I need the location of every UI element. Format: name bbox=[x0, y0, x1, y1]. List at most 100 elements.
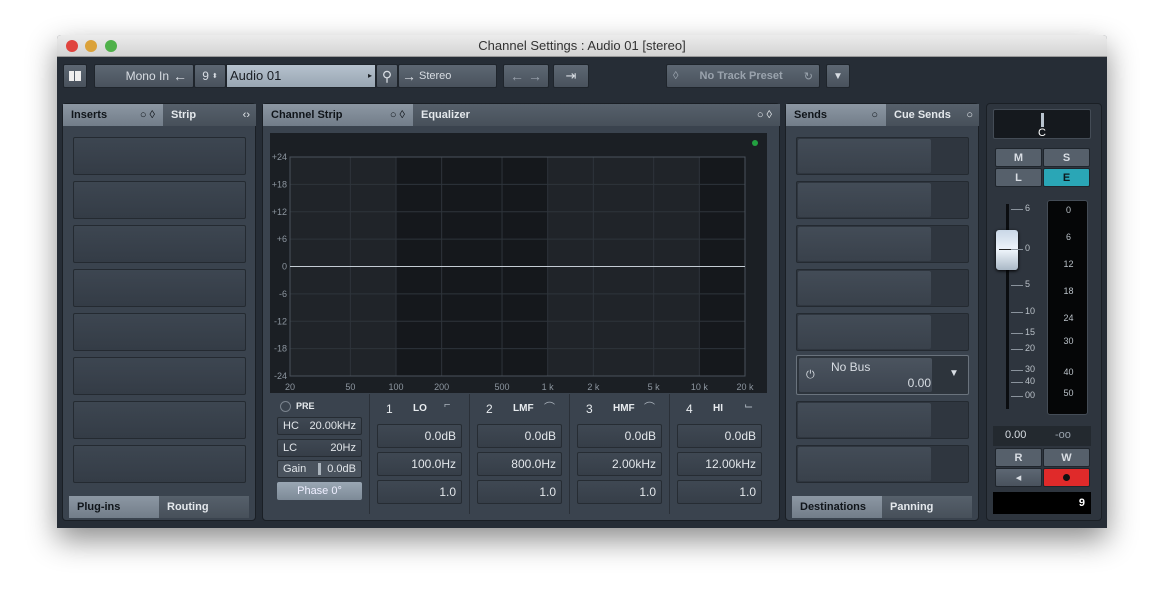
band-frequency-field[interactable]: 12.00kHz bbox=[677, 452, 762, 476]
eq-graph[interactable]: 20 50 100 200 500 1 k 2 k 5 k 10 k 20 k +24 +18 +12 +… bbox=[270, 133, 767, 393]
tab-strip[interactable]: Strip ‹› bbox=[163, 104, 256, 126]
insert-slot[interactable] bbox=[73, 357, 246, 395]
pan-value: C bbox=[1038, 127, 1046, 139]
volume-fader-handle[interactable] bbox=[996, 230, 1018, 270]
low-shelf-icon[interactable]: ⌐ bbox=[444, 399, 450, 411]
tab-destinations[interactable]: Destinations bbox=[792, 496, 882, 518]
tab-channel-strip[interactable]: Channel Strip ○ ◊ bbox=[263, 104, 413, 126]
send-slot[interactable] bbox=[796, 401, 969, 439]
fader-tick bbox=[1011, 249, 1023, 250]
close-button[interactable] bbox=[66, 40, 78, 52]
arrow-right-icon[interactable]: → bbox=[528, 68, 542, 84]
band-gain-field[interactable]: 0.0dB bbox=[477, 424, 562, 448]
band-q-field[interactable]: 1.0 bbox=[377, 480, 462, 504]
gain-value: 0.0dB bbox=[327, 463, 356, 475]
send-slot[interactable] bbox=[796, 137, 969, 175]
fader-tick bbox=[1011, 285, 1023, 286]
eq-y-label: +12 bbox=[272, 207, 287, 217]
send-slot-active[interactable]: ⏻ No Bus 0.00 ▼ bbox=[796, 355, 969, 395]
prev-next-channel[interactable]: ← → bbox=[503, 64, 549, 88]
fader-scale-label: 6 bbox=[1025, 203, 1031, 213]
read-automation-button[interactable]: R bbox=[995, 448, 1042, 467]
insert-slot[interactable] bbox=[73, 445, 246, 483]
channel-name-field[interactable]: Audio 01 ▸ bbox=[226, 64, 376, 88]
band-gain-field[interactable]: 0.0dB bbox=[677, 424, 762, 448]
tab-label: Plug-ins bbox=[77, 501, 121, 513]
band-q-field[interactable]: 1.0 bbox=[677, 480, 762, 504]
l-button[interactable]: L bbox=[995, 168, 1042, 187]
tab-routing[interactable]: Routing bbox=[159, 496, 249, 518]
zoom-button[interactable] bbox=[105, 40, 117, 52]
send-level[interactable]: 0.00 bbox=[897, 376, 931, 390]
arrow-left-icon[interactable]: ← bbox=[510, 68, 524, 84]
tab-panning[interactable]: Panning bbox=[882, 496, 972, 518]
eq-x-label: 10 k bbox=[691, 382, 709, 392]
band-frequency-field[interactable]: 100.0Hz bbox=[377, 452, 462, 476]
send-slot[interactable] bbox=[796, 445, 969, 483]
bypass-icon[interactable]: ○ ◊ bbox=[757, 104, 772, 126]
eq-x-label: 1 k bbox=[542, 382, 555, 392]
search-button[interactable]: ⚲ bbox=[376, 64, 398, 88]
m-button[interactable]: M bbox=[995, 148, 1042, 167]
tab-plug-ins[interactable]: Plug-ins bbox=[69, 496, 159, 518]
band-q-field[interactable]: 1.0 bbox=[577, 480, 662, 504]
fader-tick bbox=[1011, 312, 1023, 313]
insert-slot[interactable] bbox=[73, 137, 246, 175]
pan-control[interactable]: C bbox=[993, 109, 1091, 139]
band-gain-field[interactable]: 0.0dB bbox=[377, 424, 462, 448]
write-automation-button[interactable]: W bbox=[1043, 448, 1090, 467]
band-gain-field[interactable]: 0.0dB bbox=[577, 424, 662, 448]
power-icon[interactable]: ○ bbox=[966, 104, 973, 126]
preset-menu-button[interactable]: ▼ bbox=[826, 64, 850, 88]
power-icon[interactable]: ○ ◊ bbox=[390, 104, 405, 126]
tab-equalizer[interactable]: Equalizer ○ ◊ bbox=[413, 104, 780, 126]
layout-button[interactable] bbox=[63, 64, 87, 88]
peak-icon[interactable]: ⌒ bbox=[644, 399, 655, 415]
send-slot[interactable] bbox=[796, 181, 969, 219]
power-icon[interactable]: ○ ◊ bbox=[140, 104, 155, 126]
fader-scale-label: 30 bbox=[1025, 364, 1036, 374]
power-icon[interactable]: ○ bbox=[871, 104, 878, 126]
tab-cue-sends[interactable]: Cue Sends ○ bbox=[886, 104, 979, 126]
tab-sends[interactable]: Sends ○ bbox=[786, 104, 886, 126]
gain-handle[interactable] bbox=[318, 463, 321, 475]
band-frequency-field[interactable]: 2.00kHz bbox=[577, 452, 662, 476]
record-enable-button[interactable] bbox=[1043, 468, 1090, 487]
insert-slot[interactable] bbox=[73, 181, 246, 219]
e-button[interactable]: E bbox=[1043, 168, 1090, 187]
output-routing-button[interactable]: → Stereo bbox=[398, 64, 497, 88]
send-slot[interactable] bbox=[796, 269, 969, 307]
tab-inserts[interactable]: Inserts ○ ◊ bbox=[63, 104, 163, 126]
chevron-down-icon[interactable]: ▼ bbox=[949, 368, 959, 379]
power-icon[interactable]: ⏻ bbox=[806, 369, 815, 382]
insert-slot[interactable] bbox=[73, 401, 246, 439]
insert-slot[interactable] bbox=[73, 313, 246, 351]
pre-toggle[interactable] bbox=[280, 401, 291, 412]
peak-icon[interactable]: ⌒ bbox=[544, 399, 555, 415]
minimize-button[interactable] bbox=[85, 40, 97, 52]
insert-slot[interactable] bbox=[73, 225, 246, 263]
send-slot[interactable] bbox=[796, 313, 969, 351]
gain-slider[interactable]: Gain 0.0dB bbox=[277, 460, 362, 478]
meter-scale-label: 30 bbox=[1063, 336, 1074, 346]
fader-scale-label: 20 bbox=[1025, 343, 1036, 353]
tab-label: Panning bbox=[890, 501, 934, 513]
high-shelf-icon[interactable]: ⌙ bbox=[744, 399, 753, 412]
record-icon bbox=[1063, 474, 1070, 481]
track-preset-button[interactable]: ◊ No Track Preset ↻ bbox=[666, 64, 820, 88]
send-slot[interactable] bbox=[796, 225, 969, 263]
input-routing-button[interactable]: Mono In ← bbox=[94, 64, 194, 88]
volume-value[interactable]: 0.00 bbox=[1005, 429, 1026, 441]
peak-value[interactable]: -oo bbox=[1055, 429, 1071, 441]
band-number: 1 bbox=[386, 402, 393, 416]
low-cut-field[interactable]: LC 20Hz bbox=[277, 439, 362, 457]
high-cut-field[interactable]: HC 20.00kHz bbox=[277, 417, 362, 435]
phase-button[interactable]: Phase 0° bbox=[277, 482, 362, 500]
band-q-field[interactable]: 1.0 bbox=[477, 480, 562, 504]
edit-channel-button[interactable]: ⇥ bbox=[553, 64, 589, 88]
monitor-button[interactable]: ◂ bbox=[995, 468, 1042, 487]
band-frequency-field[interactable]: 800.0Hz bbox=[477, 452, 562, 476]
insert-slot[interactable] bbox=[73, 269, 246, 307]
channel-number-stepper[interactable]: 9 ⬍ bbox=[194, 64, 226, 88]
s-button[interactable]: S bbox=[1043, 148, 1090, 167]
